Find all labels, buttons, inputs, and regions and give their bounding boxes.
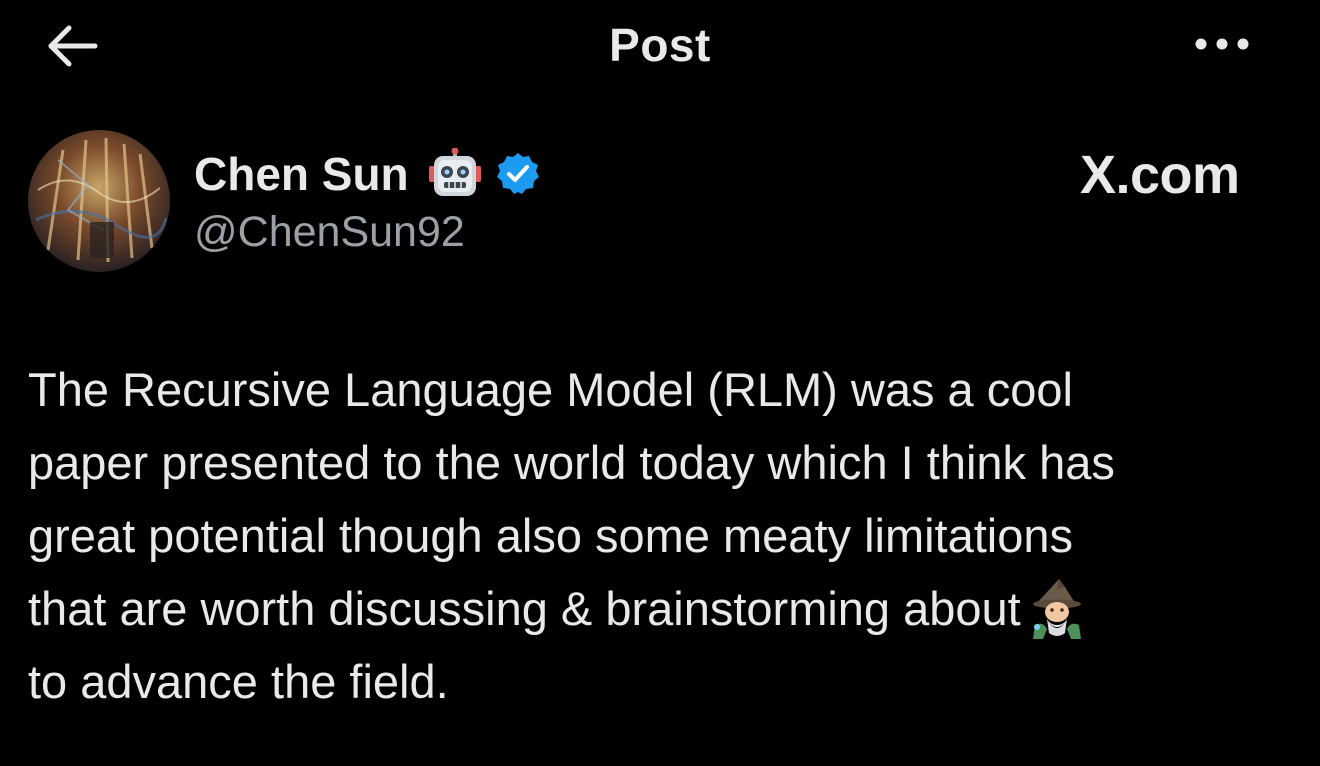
post-text-line: great potential though also some meaty l… [28, 509, 1074, 562]
display-name[interactable]: Chen Sun [194, 147, 409, 201]
page-title: Post [609, 19, 711, 71]
post-text-line-with-emoji: that are worth discussing & brainstormin… [28, 572, 1303, 645]
post-text-line: paper presented to the world today which… [28, 436, 1115, 489]
name-row: Chen Sun [194, 146, 541, 202]
post-text: The Recursive Language Model (RLM) was a… [28, 353, 1303, 718]
top-bar: Post [0, 0, 1320, 92]
more-horizontal-icon [1195, 38, 1249, 50]
robot-face-emoji [428, 148, 481, 196]
post-text-line: to advance the field. [28, 655, 449, 708]
post-text-line: The Recursive Language Model (RLM) was a… [28, 363, 1073, 416]
post-text-line: that are worth discussing & brainstormin… [28, 582, 1021, 635]
verified-badge-icon[interactable] [495, 151, 541, 197]
user-handle[interactable]: @ChenSun92 [194, 208, 465, 257]
avatar[interactable] [28, 130, 170, 272]
mage-emoji [1032, 579, 1081, 639]
more-options-button[interactable] [1190, 22, 1254, 66]
avatar-image [28, 130, 170, 272]
brand-label[interactable]: X.com [1080, 144, 1240, 206]
author-row: Chen Sun @ChenSun92 X.com [28, 130, 1292, 274]
